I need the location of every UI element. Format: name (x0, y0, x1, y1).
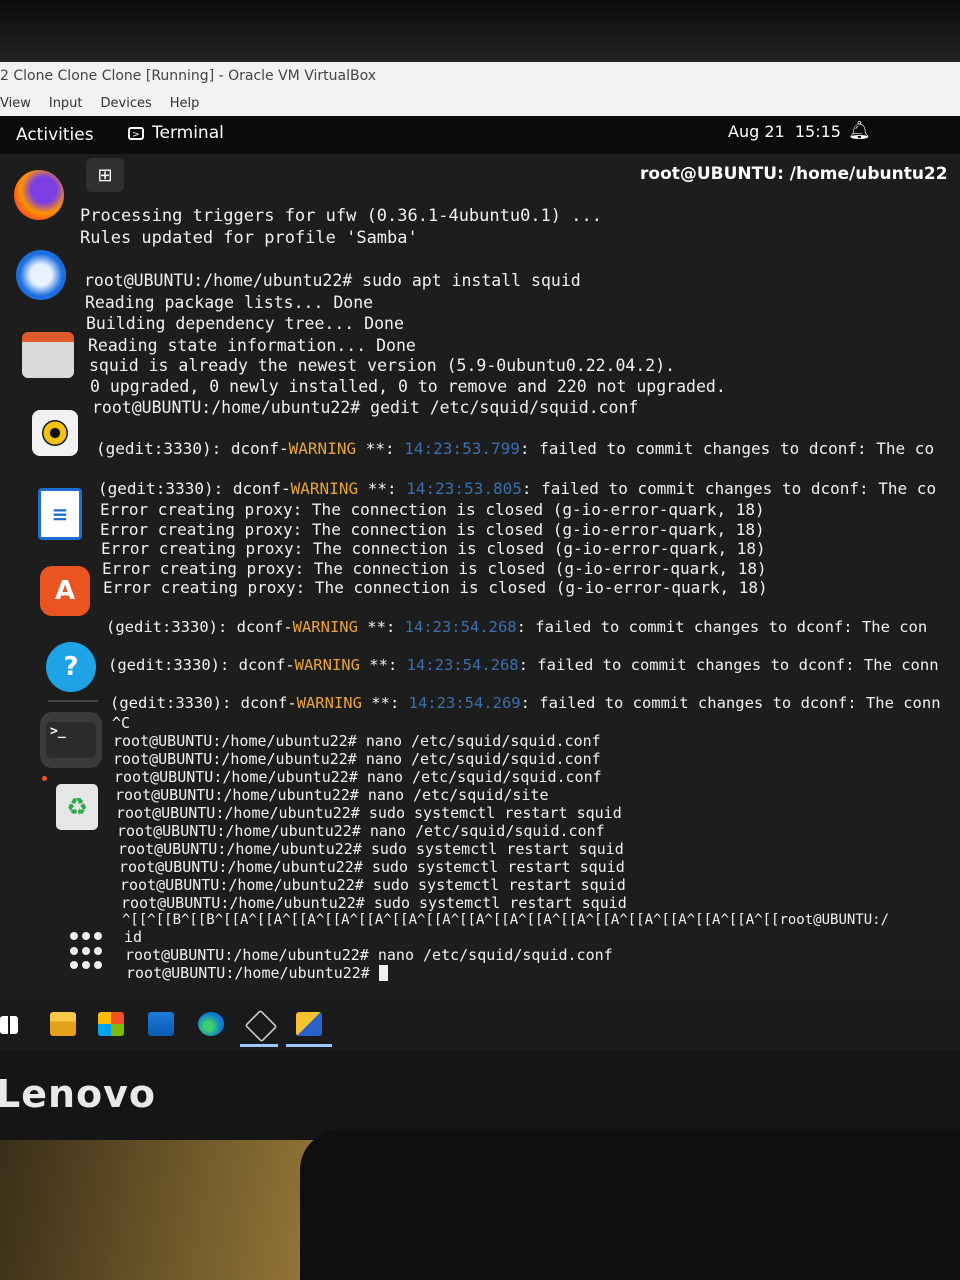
error-line: Error creating proxy: The connection is … (100, 520, 765, 539)
virtualbox-icon[interactable] (244, 1009, 278, 1043)
cursor (378, 965, 388, 981)
terminal-line: Processing triggers for ufw (0.36.1-4ubu… (80, 206, 602, 226)
host-screen: 2 Clone Clone Clone [Running] - Oracle V… (0, 62, 960, 1050)
command-line: root@UBUNTU:/home/ubuntu22# sudo systemc… (118, 840, 624, 858)
terminal-line: Building dependency tree... Done (86, 314, 404, 333)
error-line: Error creating proxy: The connection is … (100, 500, 765, 519)
terminal-headerbar: ⊞ root@UBUNTU: /home/ubuntu22 (80, 154, 960, 200)
terminal-line: root@UBUNTU:/home/ubuntu22# sudo apt ins… (84, 271, 581, 290)
command-line: root@UBUNTU:/home/ubuntu22# sudo systemc… (120, 876, 626, 894)
windows-start-icon[interactable] (0, 1016, 18, 1034)
error-line: Error creating proxy: The connection is … (103, 578, 768, 597)
thunderbird-icon[interactable] (16, 250, 66, 300)
app-menu-terminal[interactable]: > Terminal (128, 123, 224, 143)
new-tab-icon[interactable]: ⊞ (86, 158, 124, 192)
rhythmbox-icon[interactable] (32, 410, 78, 456)
monitor-stand (300, 1130, 960, 1280)
menu-devices[interactable]: Devices (101, 96, 152, 116)
clock-time: 15:15 (794, 122, 841, 141)
gnome-top-bar: Activities > Terminal Aug 21 15:15 🔔︎ (0, 116, 960, 154)
command-line: root@UBUNTU:/home/ubuntu22# nano /etc/sq… (113, 732, 601, 750)
activities-button[interactable]: Activities (16, 125, 94, 145)
prompt-line[interactable]: root@UBUNTU:/home/ubuntu22# (126, 964, 388, 982)
command-line: root@UBUNTU:/home/ubuntu22# nano /etc/sq… (125, 946, 613, 964)
microsoft-store-icon[interactable] (98, 1012, 124, 1036)
error-line: Error creating proxy: The connection is … (101, 539, 766, 558)
error-line: Error creating proxy: The connection is … (102, 559, 767, 578)
warning-line: (gedit:3330): dconf-WARNING **: 14:23:54… (106, 618, 928, 636)
terminal-line: root@UBUNTU:/home/ubuntu22# gedit /etc/s… (92, 398, 639, 417)
terminal-line: ^[[^[[B^[[B^[[A^[[A^[[A^[[A^[[A^[[A^[[A^… (122, 912, 890, 928)
menu-input[interactable]: Input (49, 96, 83, 116)
virtualbox-menubar: View Input Devices Help (0, 96, 217, 116)
command-line: root@UBUNTU:/home/ubuntu22# nano /etc/sq… (117, 822, 605, 840)
edge-icon[interactable] (198, 1012, 224, 1036)
app-menu-label: Terminal (152, 123, 224, 143)
terminal-window-title: root@UBUNTU: /home/ubuntu22 (640, 164, 948, 184)
virtualbox-vm-icon[interactable] (296, 1012, 322, 1036)
command-line: root@UBUNTU:/home/ubuntu22# sudo systemc… (121, 894, 627, 912)
warning-line: (gedit:3330): dconf-WARNING **: 14:23:54… (110, 694, 941, 712)
menu-help[interactable]: Help (170, 96, 200, 116)
warning-line: (gedit:3330): dconf-WARNING **: 14:23:53… (98, 479, 937, 498)
terminal-line: Reading package lists... Done (85, 293, 374, 312)
firefox-icon[interactable] (14, 170, 64, 220)
terminal-line: 0 upgraded, 0 newly installed, 0 to remo… (90, 377, 726, 396)
command-line: root@UBUNTU:/home/ubuntu22# nano /etc/sq… (114, 768, 602, 786)
taskbar-active-indicator (240, 1044, 278, 1047)
bell-icon[interactable]: 🔔︎ (848, 120, 871, 141)
virtualbox-window-title: 2 Clone Clone Clone [Running] - Oracle V… (0, 68, 376, 84)
mail-icon[interactable] (148, 1012, 174, 1036)
taskbar-active-indicator (286, 1044, 332, 1047)
terminal-line: Reading state information... Done (88, 336, 416, 355)
terminal-line: ^C (112, 714, 131, 732)
terminal-line: squid is already the newest version (5.9… (89, 356, 676, 375)
terminal-app-icon: > (128, 126, 144, 140)
windows-taskbar (0, 1000, 960, 1050)
warning-line: (gedit:3330): dconf-WARNING **: 14:23:54… (108, 656, 939, 674)
clock-date: Aug 21 (728, 122, 785, 141)
monitor-bezel-top (0, 0, 960, 62)
clock[interactable]: Aug 21 15:15 (728, 122, 841, 141)
file-explorer-icon[interactable] (50, 1012, 76, 1036)
terminal-line: Rules updated for profile 'Samba' (80, 228, 418, 248)
command-line: root@UBUNTU:/home/ubuntu22# nano /etc/sq… (113, 750, 601, 768)
command-line: root@UBUNTU:/home/ubuntu22# nano /etc/sq… (115, 786, 549, 804)
command-line: root@UBUNTU:/home/ubuntu22# sudo systemc… (119, 858, 625, 876)
files-icon[interactable] (22, 332, 74, 378)
warning-line: (gedit:3330): dconf-WARNING **: 14:23:53… (96, 439, 935, 458)
terminal-output[interactable]: Processing triggers for ufw (0.36.1-4ubu… (80, 206, 960, 1006)
writer-icon[interactable]: ≡ (38, 488, 82, 540)
ubuntu-desktop: Activities > Terminal Aug 21 15:15 🔔︎ ≡ … (0, 116, 960, 1006)
monitor-brand-logo: Lenovo (0, 1072, 157, 1116)
terminal-line: id (124, 928, 143, 946)
command-line: root@UBUNTU:/home/ubuntu22# sudo systemc… (116, 804, 622, 822)
menu-view[interactable]: View (0, 96, 31, 116)
running-indicator (42, 776, 47, 781)
